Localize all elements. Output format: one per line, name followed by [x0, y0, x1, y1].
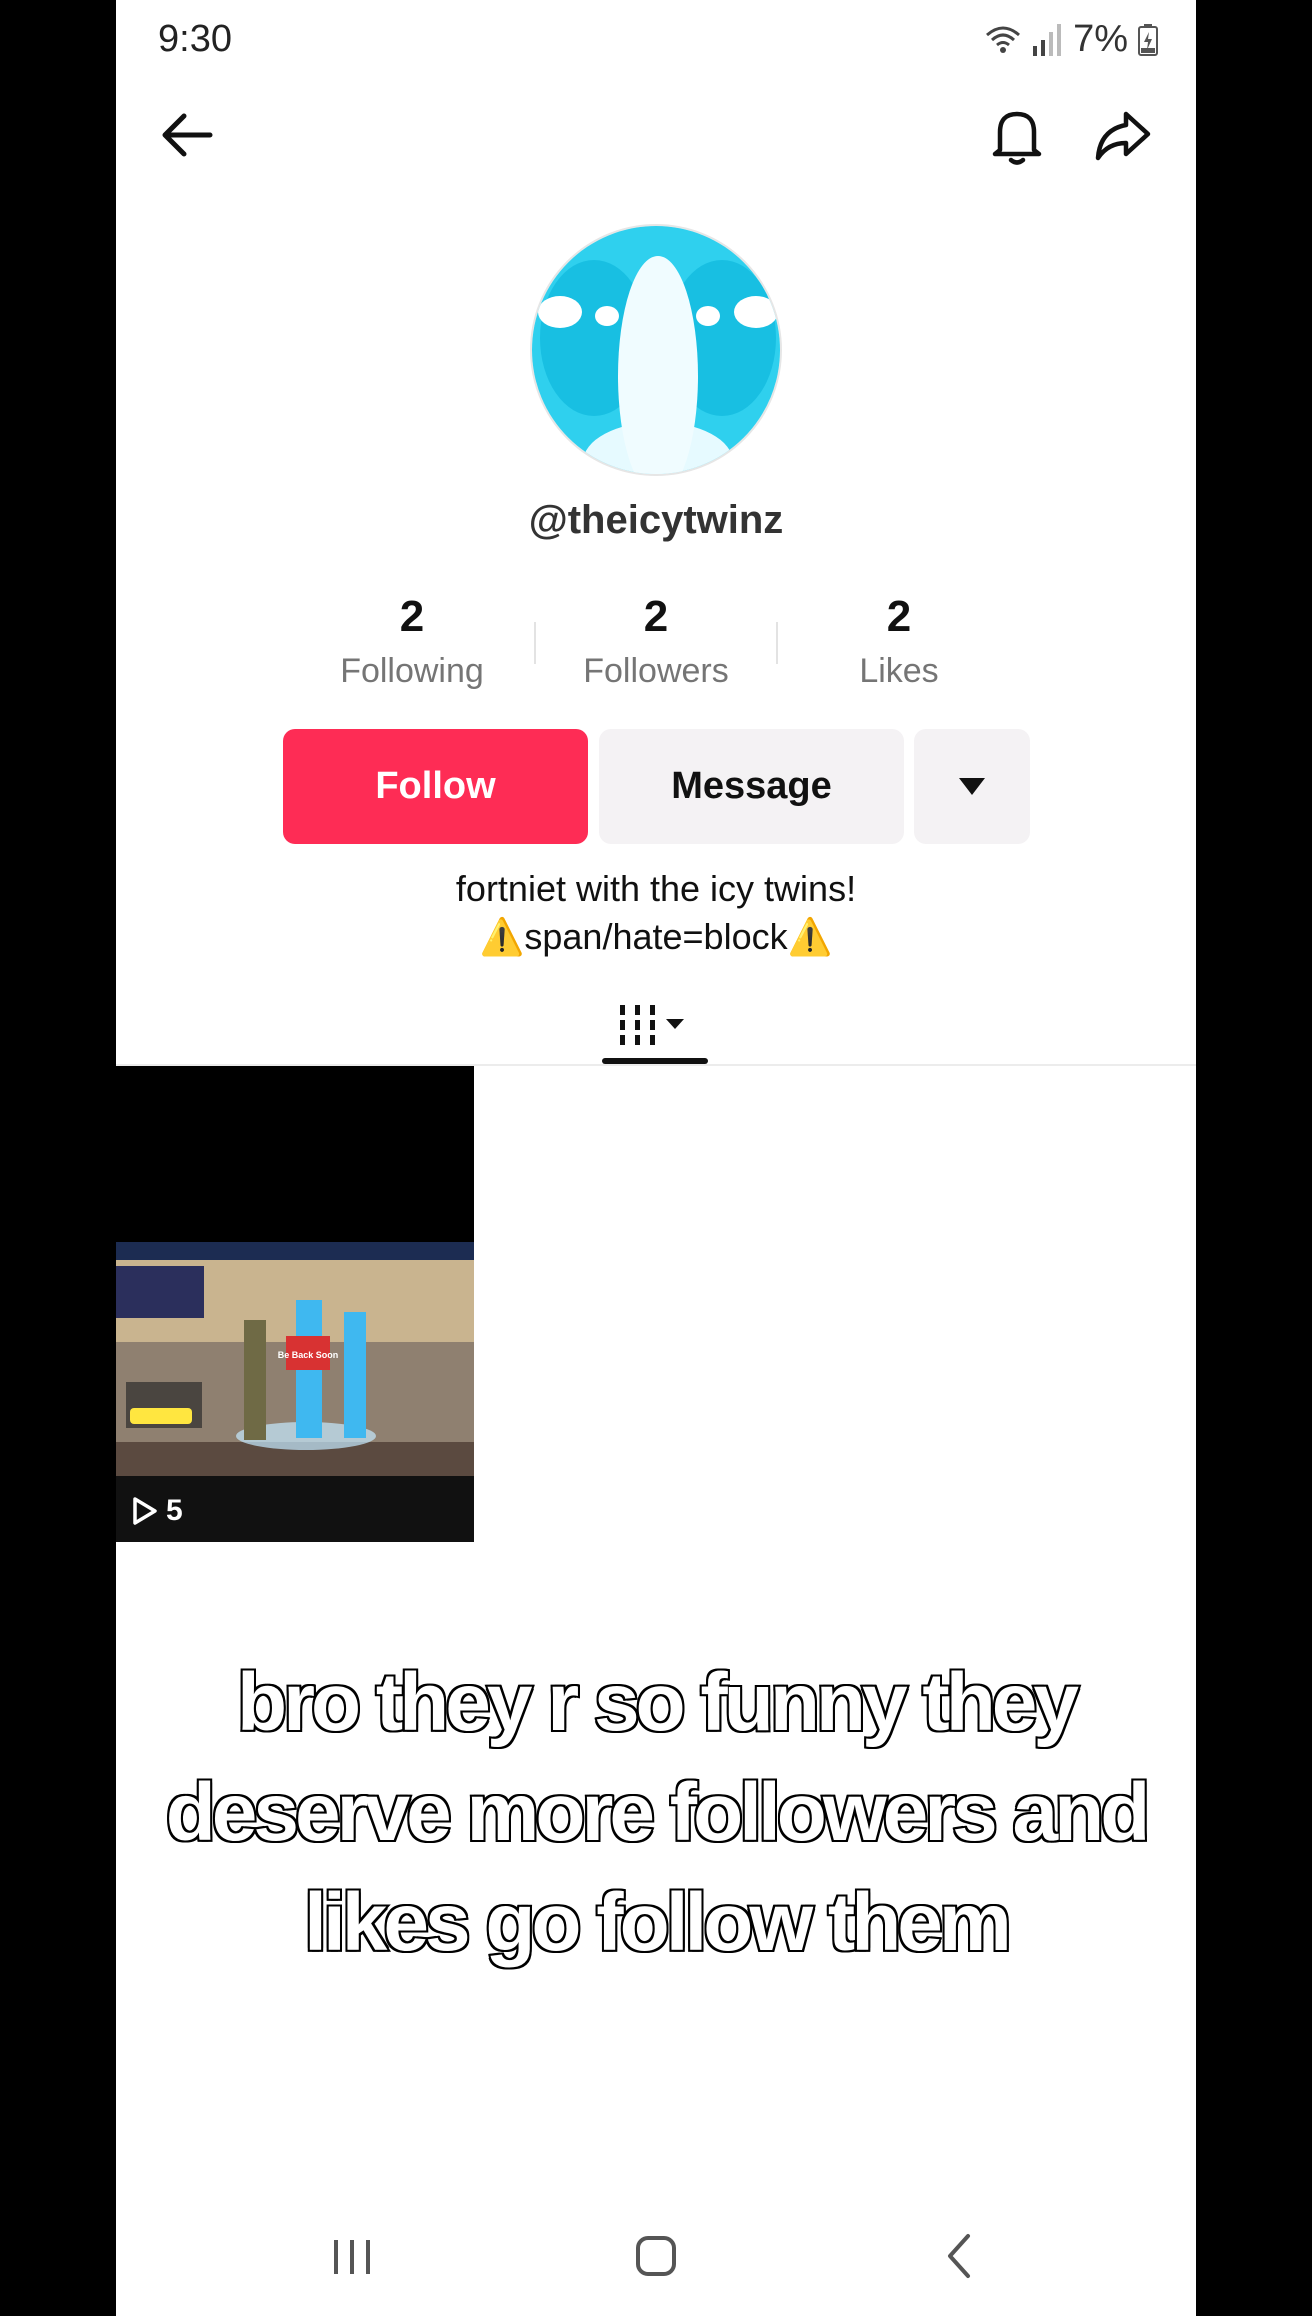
play-icon	[133, 1497, 157, 1525]
share-button[interactable]	[1088, 100, 1158, 170]
caption-line: bro they r so funny they	[235, 1655, 1081, 1750]
tab-videos[interactable]	[598, 985, 704, 1065]
message-button[interactable]: Message	[599, 729, 904, 844]
warning-icon: ⚠️	[479, 916, 525, 957]
status-icons: 7%	[983, 18, 1158, 61]
stat-likes[interactable]: 2 Likes	[779, 592, 1019, 691]
battery-percent: 7%	[1073, 18, 1128, 60]
system-back-button[interactable]	[920, 2226, 1000, 2286]
view-count: 5	[132, 1494, 183, 1528]
caption-overlay: bro they r so funny they deserve more fo…	[116, 1648, 1196, 1978]
stat-followers[interactable]: 2 Followers	[536, 592, 776, 691]
more-options-button[interactable]	[914, 729, 1030, 844]
avatar-image	[532, 226, 780, 474]
back-arrow-icon	[162, 113, 213, 157]
signal-icon	[1033, 23, 1062, 56]
grid-icon	[620, 1005, 655, 1045]
screen: 9:30 7% @theicytwinz 2 Following 2 Follo…	[116, 0, 1196, 2316]
share-icon	[1095, 111, 1151, 161]
recent-apps-icon	[334, 2240, 370, 2274]
bio-line-1: fortniet with the icy twins!	[455, 868, 857, 909]
back-button[interactable]	[152, 100, 222, 170]
chevron-left-icon	[948, 2234, 970, 2278]
recent-apps-button[interactable]	[312, 2226, 392, 2286]
avatar[interactable]	[530, 224, 782, 476]
wifi-icon	[986, 26, 1021, 53]
stat-divider	[776, 622, 778, 664]
caption-line: deserve more followers and	[164, 1765, 1153, 1860]
username: @theicytwinz	[528, 498, 784, 542]
bio-line-2: ⚠️span/hate=block⚠️	[116, 916, 1196, 958]
stat-followers-count: 2	[643, 592, 669, 641]
bio-line-2-text: span/hate=block	[524, 916, 788, 957]
status-time: 9:30	[158, 18, 232, 60]
warning-icon: ⚠️	[787, 916, 833, 957]
home-icon	[636, 2236, 676, 2276]
stat-following[interactable]: 2 Following	[292, 592, 532, 691]
caret-down-icon	[959, 777, 985, 795]
video-overlay-text: Be Back Soon	[278, 1350, 339, 1360]
video-thumbnail[interactable]: Be Back Soon 5	[116, 1066, 474, 1542]
home-button[interactable]	[616, 2226, 696, 2286]
stat-likes-count: 2	[886, 592, 912, 641]
notification-button[interactable]	[982, 100, 1052, 170]
video-thumbnail-image: Be Back Soon	[116, 1066, 474, 1542]
caret-down-icon	[666, 1019, 684, 1029]
battery-icon	[1138, 23, 1158, 56]
stat-following-count: 2	[399, 592, 425, 641]
stat-followers-label: Followers	[583, 652, 729, 690]
bell-icon	[992, 111, 1042, 165]
caption-line: likes go follow them	[302, 1875, 1014, 1970]
stat-likes-label: Likes	[859, 652, 939, 690]
follow-button[interactable]: Follow	[283, 729, 588, 844]
view-count-text: 5	[166, 1494, 183, 1527]
stat-following-label: Following	[340, 652, 484, 690]
